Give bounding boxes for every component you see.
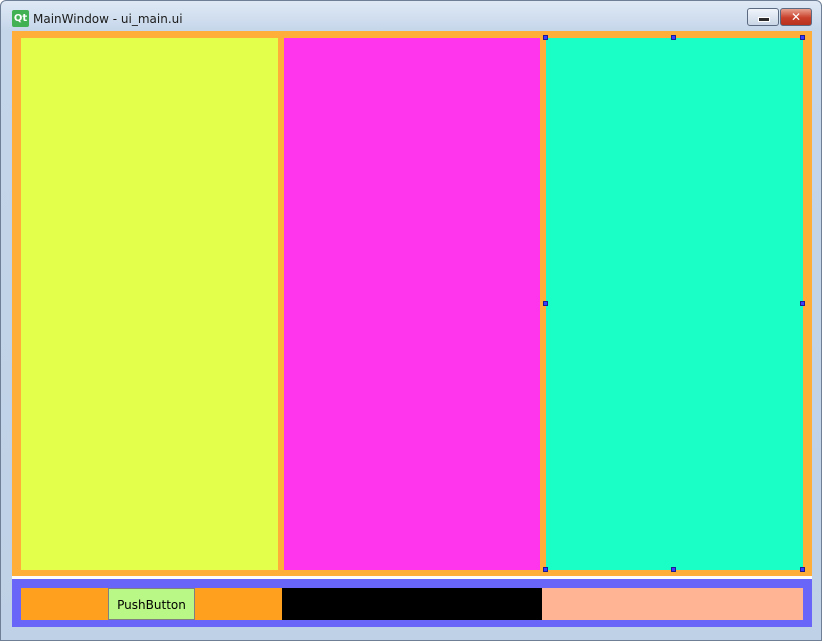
bottom-frame: PushButton	[12, 579, 812, 627]
minimize-button[interactable]	[747, 8, 779, 26]
close-button[interactable]: ✕	[780, 8, 812, 26]
orange-spacer-left	[21, 588, 108, 620]
salmon-widget	[542, 588, 803, 620]
selection-handle-bottom-right[interactable]	[800, 567, 805, 572]
middle-panel[interactable]	[284, 38, 540, 570]
main-window: Qt MainWindow - ui_main.ui ✕ PushButton	[0, 0, 822, 641]
right-panel-selected[interactable]	[546, 38, 803, 570]
close-icon: ✕	[790, 10, 802, 24]
left-panel[interactable]	[21, 38, 278, 570]
window-title: MainWindow - ui_main.ui	[33, 12, 183, 26]
push-button[interactable]: PushButton	[108, 588, 195, 620]
black-widget	[282, 588, 542, 620]
selection-handle-middle-left[interactable]	[543, 301, 548, 306]
central-widget: PushButton	[12, 31, 812, 627]
selection-handle-bottom-center[interactable]	[671, 567, 676, 572]
title-bar[interactable]: Qt MainWindow - ui_main.ui ✕	[1, 1, 821, 31]
qt-app-icon: Qt	[12, 10, 29, 27]
selection-handle-bottom-left[interactable]	[543, 567, 548, 572]
selection-handle-top-left[interactable]	[543, 35, 548, 40]
top-frame	[12, 31, 812, 576]
selection-handle-top-center[interactable]	[671, 35, 676, 40]
orange-spacer-right	[195, 588, 282, 620]
selection-handle-middle-right[interactable]	[800, 301, 805, 306]
selection-handle-top-right[interactable]	[800, 35, 805, 40]
minimize-icon	[758, 17, 770, 22]
